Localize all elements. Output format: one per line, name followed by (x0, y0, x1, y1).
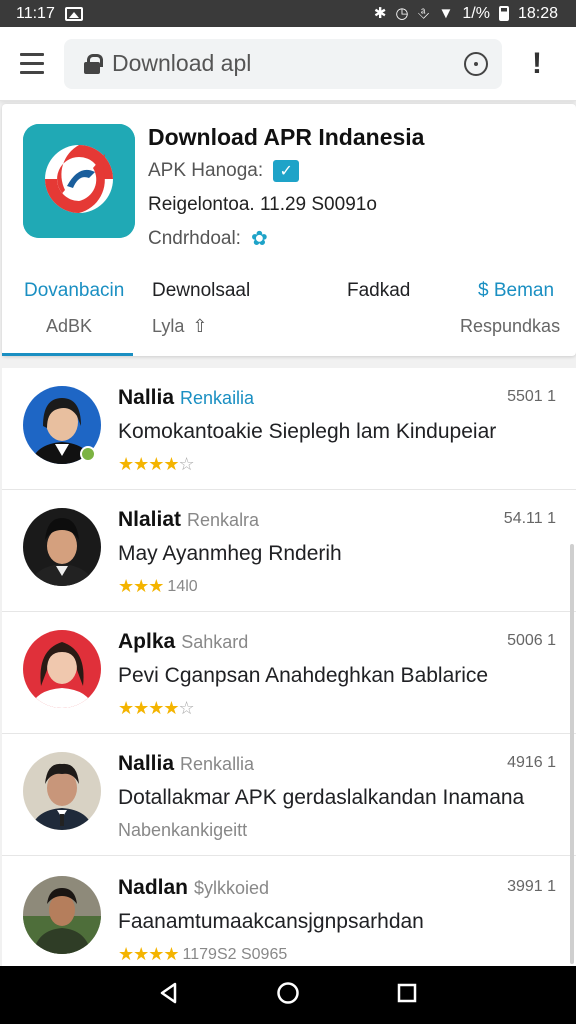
tab-download[interactable]: Dovanbacin AdBK (24, 276, 124, 356)
app-meta-2: Reigelontoa. 11.29 S0091o (148, 194, 377, 215)
reviewer-name-text: Aplka (118, 630, 176, 653)
list-item[interactable]: Nallia Renkailia 5501 1 Komokantoakie Sie… (2, 368, 576, 490)
checkbox-icon[interactable]: ✓ (273, 160, 300, 182)
review-list: Nallia Renkailia 5501 1 Komokantoakie Sie… (2, 368, 576, 968)
tab-sub-wrap: Lyla ⇧ (152, 316, 250, 337)
item-message: May Ayanmheg Rnderih (118, 542, 342, 565)
app-meta-row-1: APK Hanoga: ✓ (148, 160, 300, 182)
item-stamp: 54.11 1 (503, 510, 556, 527)
menu-icon[interactable] (0, 27, 64, 101)
tab-title: Dovanbacin (24, 280, 125, 301)
reviewer-name: Aplka Sahkard (118, 630, 248, 654)
rating: ★★★★☆ (118, 454, 195, 475)
rating-text: 1179S2 S0965 (182, 945, 288, 963)
battery-icon (498, 6, 509, 21)
avatar (23, 630, 101, 708)
reviewer-handle: Renkailia (180, 388, 255, 408)
item-message: Komokantoakie Sieplegh lam Kindupeiar (118, 420, 497, 443)
list-item[interactable]: Nlaliat Renkalra 54.11 1 May Ayanmheg Rnd… (2, 490, 576, 612)
star-rating-icon: ★★★★ (118, 944, 180, 964)
battery-percent: 1/% (462, 4, 490, 22)
online-status-icon (80, 446, 96, 462)
share-icon[interactable]: ⇧ (192, 316, 207, 337)
history-icon[interactable] (464, 51, 488, 76)
list-item[interactable]: Nadlan $ylkkoied 3991 1 Faanamtumaakcansj… (2, 858, 576, 968)
reviewer-name: Nallia Renkallia (118, 752, 254, 776)
recent-apps-icon[interactable] (396, 982, 418, 1009)
star-rating-icon: ★★★★☆ (118, 454, 195, 474)
app-meta-1: APK Hanoga: (148, 160, 264, 181)
item-stamp: 5501 1 (507, 388, 556, 405)
app-card: Download APR Indanesia APK Hanoga: ✓ Rei… (2, 104, 576, 356)
scrollbar[interactable] (570, 544, 574, 964)
app-tabs: Dovanbacin AdBK Dewnolsaal Lyla ⇧ Fadkad … (2, 276, 576, 356)
reviewer-name: Nlaliat Renkalra (118, 508, 259, 532)
browser-toolbar: ! (0, 27, 576, 101)
rating-text: Nabenkankigeitt (118, 820, 248, 840)
app-meta-3: Cndrhdoal: (148, 227, 241, 249)
reviewer-handle: Renkalra (187, 510, 260, 530)
rating-text: 14l0 (167, 577, 198, 595)
item-stamp: 3991 1 (507, 878, 556, 895)
search-input[interactable] (112, 50, 464, 77)
bluetooth-icon: ✱ (373, 5, 387, 22)
reviewer-name: Nallia Renkailia (118, 386, 254, 410)
item-stamp: 5006 1 (507, 632, 556, 649)
tab-title: $ Beman (478, 280, 555, 301)
system-nav-bar (0, 966, 576, 1024)
list-item[interactable]: Aplka Sahkard 5006 1 Pevi Cganpsan Anahde… (2, 612, 576, 734)
back-icon[interactable] (158, 982, 180, 1009)
status-bar: 11:17 ✱ ◷ ⎀ ▼ 1/% 18:28 (0, 0, 576, 27)
reviewer-name-text: Nadlan (118, 876, 189, 899)
rating: Nabenkankigeitt (118, 820, 247, 841)
reviewer-name-text: Nlaliat (118, 508, 182, 531)
reviewer-name-text: Nallia (118, 752, 175, 775)
item-stamp: 4916 1 (507, 754, 556, 771)
wifi-icon: ▼ (438, 5, 454, 22)
item-message: Faanamtumaakcansjgnpsarhdan (118, 910, 424, 933)
tab-downloads[interactable]: Dewnolsaal Lyla ⇧ (152, 276, 250, 356)
leaf-icon: ✿ (250, 228, 268, 250)
tab-sub: AdBK (46, 316, 93, 336)
app-meta-row-3: Cndrhdoal: ✿ (148, 226, 268, 251)
status-time-right: 18:28 (517, 4, 558, 22)
gallery-icon (64, 6, 83, 21)
star-rating-icon: ★★★★☆ (118, 698, 195, 718)
avatar (23, 876, 101, 954)
item-message: Pevi Cganpsan Anahdeghkan Bablarice (118, 664, 489, 687)
more-options-icon[interactable]: ! (502, 27, 572, 101)
alarm-icon: ◷ (395, 5, 409, 22)
reviewer-handle: $ylkkoied (194, 878, 270, 898)
star-rating-icon: ★★★ (118, 576, 164, 596)
avatar (23, 508, 101, 586)
tab-title: Fadkad (347, 280, 411, 301)
rating: ★★★★☆ (118, 698, 195, 719)
item-message: Dotallakmar APK gerdaslalkandan Inamana (118, 786, 525, 809)
app-logo-icon[interactable] (23, 124, 135, 238)
rating: ★★★★ 1179S2 S0965 (118, 944, 287, 965)
tab-feedback[interactable]: Fadkad (347, 276, 410, 356)
vibrate-icon: ⎀ (417, 5, 430, 22)
reviewer-handle: Sahkard (181, 632, 249, 652)
reviewer-name-text: Nallia (118, 386, 175, 409)
search-bar[interactable] (64, 38, 502, 89)
app-title: Download APR Indanesia (148, 124, 425, 150)
tab-sub: Respundkas (460, 316, 561, 336)
reviewer-name: Nadlan $ylkkoied (118, 876, 269, 900)
tab-beman[interactable]: $ Beman Respundkas (460, 276, 560, 356)
avatar (23, 752, 101, 830)
tab-sub: Lyla (152, 316, 185, 336)
home-icon[interactable] (276, 981, 300, 1010)
status-time-left: 11:17 (16, 4, 55, 22)
tab-title: Dewnolsaal (152, 280, 251, 301)
lock-icon (84, 53, 103, 74)
rating: ★★★ 14l0 (118, 576, 198, 597)
list-item[interactable]: Nallia Renkallia 4916 1 Dotallakmar APK g… (2, 734, 576, 856)
tab-indicator (2, 353, 133, 356)
reviewer-handle: Renkallia (180, 754, 255, 774)
